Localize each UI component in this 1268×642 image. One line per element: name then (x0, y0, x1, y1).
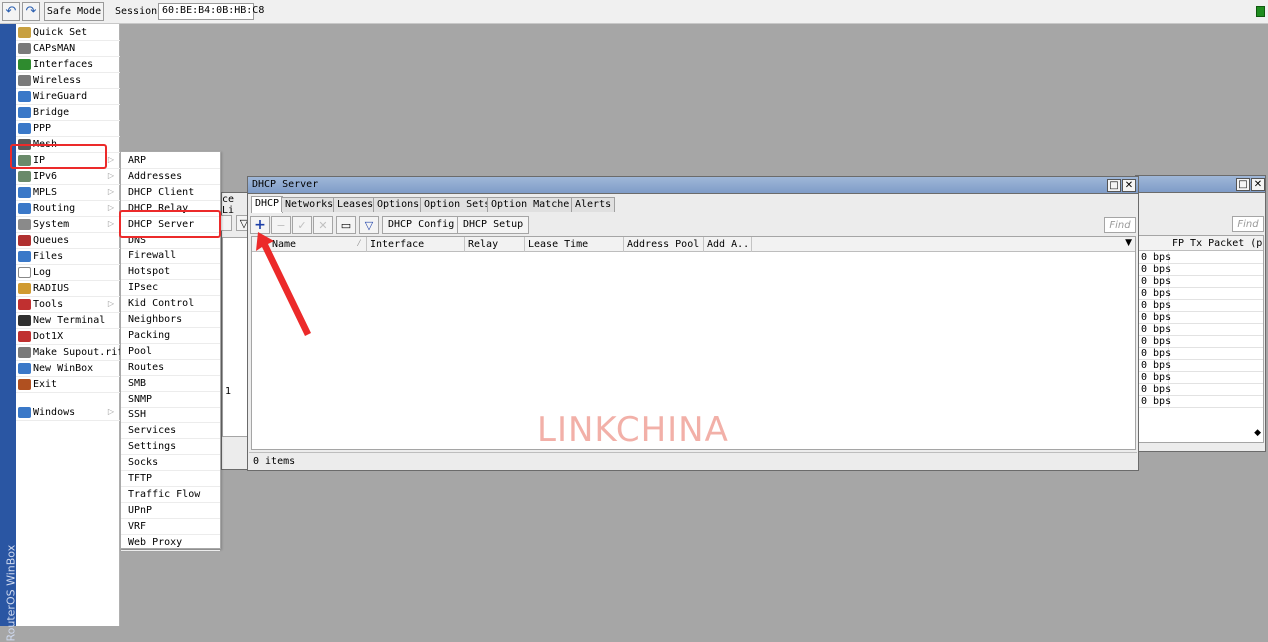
annotation-arrow (256, 232, 311, 336)
annotation-arrow-icon (256, 232, 311, 336)
